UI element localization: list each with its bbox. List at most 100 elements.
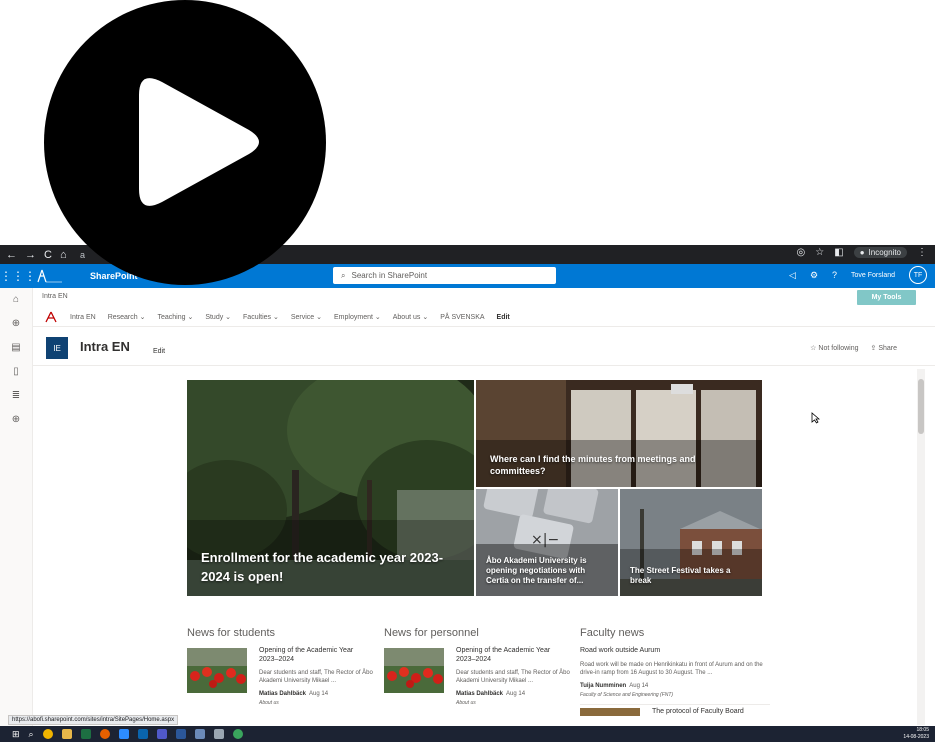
news-title[interactable]: Opening of the Academic Year 2023–2024 <box>456 646 571 664</box>
news-meta: Matias Dahlbäck Aug 14 <box>259 691 329 697</box>
news-title[interactable]: Road work outside Aurum <box>580 646 770 655</box>
sidepanel-icon[interactable]: ◧ <box>834 247 843 258</box>
hero-top-right-tile[interactable]: Where can I find the minutes from meetin… <box>476 380 762 487</box>
star-icon: ☆ <box>810 345 817 352</box>
faculty-news-item[interactable]: Road work outside Aurum Road work will b… <box>580 646 770 716</box>
gear-icon[interactable]: ⚙ <box>810 270 818 281</box>
nav-item-teaching[interactable]: Teaching ⌄ <box>157 313 193 321</box>
hero-bottom-left-tile[interactable]: ×|− Åbo Akademi University is opening ne… <box>476 489 618 596</box>
share-button[interactable]: ⇪ Share <box>870 344 897 352</box>
news-meta: Tuija Numminen Aug 14 <box>580 683 649 689</box>
status-url-tooltip: https://abofi.sharepoint.com/sites/intra… <box>8 715 179 725</box>
tulips-thumbnail <box>187 648 247 693</box>
search-icon: ⌕ <box>341 270 346 280</box>
breadcrumb[interactable]: Intra EN <box>42 293 68 300</box>
avatar[interactable]: TF <box>909 266 927 284</box>
zoom-icon[interactable] <box>118 729 129 739</box>
eye-off-icon[interactable]: ◎ <box>797 247 806 258</box>
news-tag[interactable]: About us <box>259 700 374 706</box>
nav-item-faculties[interactable]: Faculties ⌄ <box>243 313 279 321</box>
forward-icon[interactable]: → <box>25 249 36 261</box>
nav-item-swedish[interactable]: PÅ SVENSKA <box>440 314 484 321</box>
nav-item-research[interactable]: Research ⌄ <box>108 313 146 321</box>
site-title[interactable]: Intra EN <box>80 339 130 354</box>
nav-item-intra-en[interactable]: Intra EN <box>70 314 96 321</box>
suite-actions: ◁ ⚙ ? Tove Forsland TF <box>789 266 927 284</box>
hero-bottom-left-caption: Åbo Akademi University is opening negoti… <box>486 556 587 585</box>
nav-item-study[interactable]: Study ⌄ <box>205 313 231 321</box>
site-actions: ☆ Not following ⇪ Share <box>810 344 897 352</box>
news-body: Dear students and staff, The Rector of Å… <box>456 670 570 684</box>
news-for-students-heading: News for students <box>187 627 276 639</box>
create-icon[interactable]: ⊕ <box>0 408 32 432</box>
globe-icon[interactable]: ⊕ <box>0 312 32 336</box>
news-title[interactable]: The protocol of Faculty Board <box>652 707 744 716</box>
my-tools-button[interactable]: My Tools <box>857 290 916 305</box>
clock-time: 18:05 <box>916 727 929 733</box>
hub-navigation: Intra EN Research ⌄ Teaching ⌄ Study ⌄ F… <box>44 309 510 325</box>
news-tag[interactable]: Faculty of Science and Engineering (FNT) <box>580 692 770 698</box>
nav-item-about-us[interactable]: About us ⌄ <box>393 313 428 321</box>
teams-icon[interactable] <box>156 729 167 739</box>
nav-item-employment[interactable]: Employment ⌄ <box>334 313 381 321</box>
excel-icon[interactable] <box>80 729 91 739</box>
protocol-thumbnail <box>580 708 640 716</box>
app-icon[interactable] <box>232 729 243 739</box>
list-icon[interactable]: ≣ <box>0 384 32 408</box>
news-tag[interactable]: About us <box>456 700 571 706</box>
tulips-thumbnail <box>384 648 444 693</box>
follow-button[interactable]: ☆ Not following <box>810 344 858 352</box>
system-clock[interactable]: 18:05 14-08-2023 <box>903 727 929 741</box>
screen: ← → C ⌂ a ◎ ☆ ◧ ● Incognito ⋮ ⋮⋮⋮ ShareP… <box>0 0 935 742</box>
search-placeholder: Search in SharePoint <box>351 271 428 280</box>
hero-main-caption: Enrollment for the academic year 2023-20… <box>201 550 444 584</box>
app-icon[interactable] <box>194 729 205 739</box>
home-icon[interactable]: ⌂ <box>0 288 32 312</box>
nav-item-service[interactable]: Service ⌄ <box>291 313 322 321</box>
search-input[interactable]: ⌕ Search in SharePoint <box>333 267 556 284</box>
megaphone-icon[interactable]: ◁ <box>789 270 796 281</box>
personnel-news-item[interactable]: Opening of the Academic Year 2023–2024 D… <box>384 646 571 716</box>
help-icon[interactable]: ? <box>832 270 837 280</box>
word-icon[interactable] <box>175 729 186 739</box>
incognito-label: Incognito <box>868 248 901 257</box>
hero-bottom-right-caption: The Street Festival takes a break <box>630 566 731 585</box>
personnel-news-text: Opening of the Academic Year 2023–2024 D… <box>456 646 571 706</box>
student-news-item[interactable]: Opening of the Academic Year 2023–2024 D… <box>187 646 374 716</box>
news-icon[interactable]: ▤ <box>0 336 32 360</box>
chrome-icon[interactable] <box>42 729 53 739</box>
menu-icon[interactable]: ⋮ <box>917 247 927 258</box>
clock-date: 14-08-2023 <box>903 734 929 740</box>
back-icon[interactable]: ← <box>6 249 17 261</box>
file-explorer-icon[interactable] <box>61 729 72 739</box>
file-icon[interactable]: ▯ <box>0 360 32 384</box>
site-header: IE Intra EN Edit ☆ Not following ⇪ Share <box>33 326 935 366</box>
outlook-icon[interactable] <box>137 729 148 739</box>
star-icon[interactable]: ☆ <box>815 247 824 258</box>
video-play-button[interactable] <box>44 0 326 285</box>
student-news-text: Opening of the Academic Year 2023–2024 D… <box>259 646 374 706</box>
news-meta: Matias Dahlbäck Aug 14 <box>456 691 526 697</box>
search-icon[interactable]: ⌕ <box>29 729 34 740</box>
windows-taskbar: ⊞ ⌕ 18:05 14-08-2023 <box>0 726 935 742</box>
taskbar-icons: ⊞ ⌕ <box>0 729 243 740</box>
incognito-icon: ● <box>859 248 865 257</box>
play-icon <box>139 78 259 206</box>
hero-main-tile[interactable]: Enrollment for the academic year 2023-20… <box>187 380 474 596</box>
firefox-icon[interactable] <box>99 729 110 739</box>
news-for-personnel-heading: News for personnel <box>384 627 479 639</box>
nav-edit-link[interactable]: Edit <box>497 314 510 321</box>
news-body: Dear students and staff, The Rector of Å… <box>259 670 373 684</box>
page-scrollbar[interactable] <box>917 369 925 725</box>
news-title[interactable]: Opening of the Academic Year 2023–2024 <box>259 646 374 664</box>
site-icon[interactable]: IE <box>46 337 68 359</box>
scrollbar-thumb[interactable] <box>918 379 924 434</box>
user-name[interactable]: Tove Forsland <box>851 272 895 279</box>
app-icon[interactable] <box>213 729 224 739</box>
site-edit-link[interactable]: Edit <box>153 348 165 355</box>
hero-bottom-right-tile[interactable]: The Street Festival takes a break <box>620 489 762 596</box>
hub-logo-icon[interactable] <box>44 311 58 323</box>
incognito-badge[interactable]: ● Incognito <box>853 247 907 258</box>
app-launcher-icon[interactable]: ⋮⋮⋮ <box>0 269 36 283</box>
windows-start-icon[interactable]: ⊞ <box>12 729 20 740</box>
